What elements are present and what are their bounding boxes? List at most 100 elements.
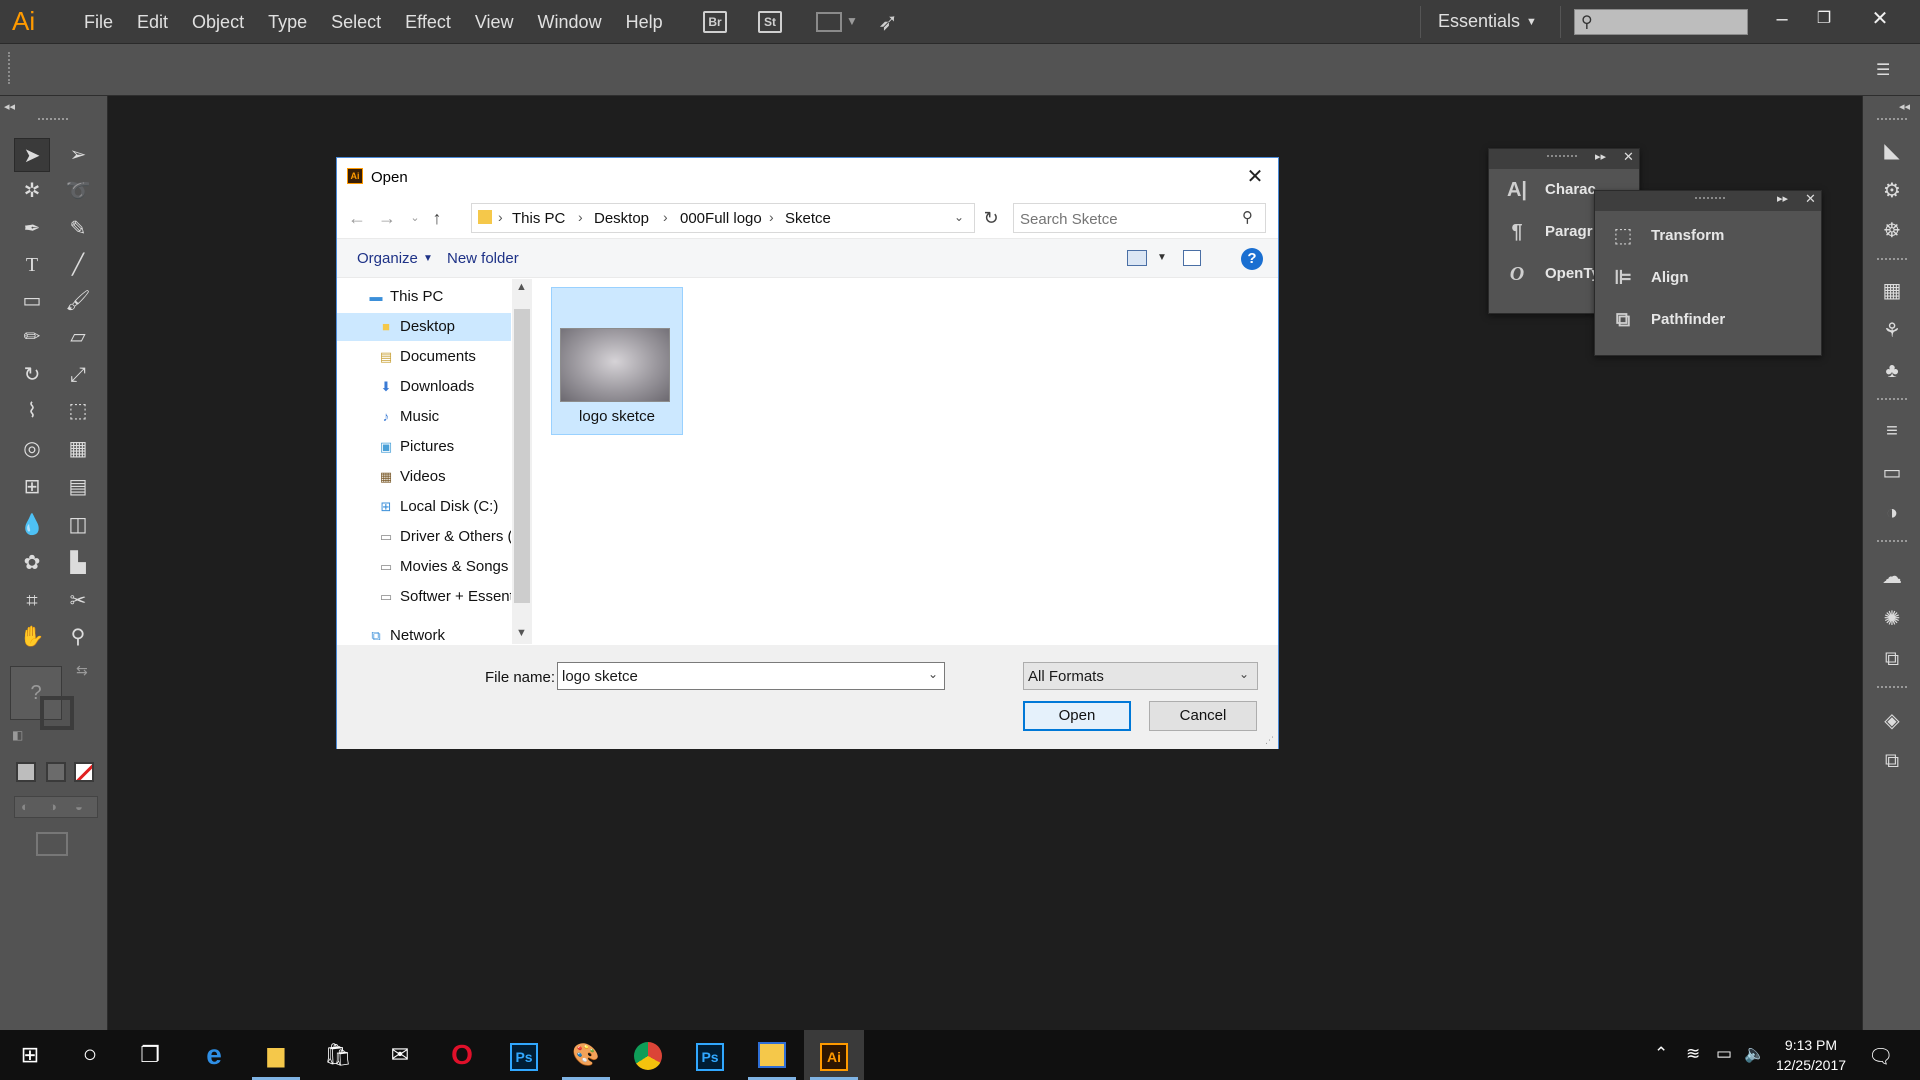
gripper-icon[interactable] [8,52,12,84]
view-dropdown-icon[interactable]: ▼ [1157,252,1167,263]
control-bar-menu-icon[interactable]: ☰ [1876,60,1890,80]
search-folder-input[interactable] [1020,209,1230,229]
system-clock[interactable]: 9:13 PM 12/25/2017 [1766,1035,1856,1075]
forward-arrow-icon[interactable]: → [375,206,399,230]
column-graph-tool-icon[interactable]: ▙ [60,546,96,580]
open-button[interactable]: Open [1023,701,1131,731]
line-segment-tool-icon[interactable]: ╱ [60,248,96,282]
illustrator-icon[interactable]: Ai [804,1030,864,1080]
menu-help[interactable]: Help [614,12,675,33]
breadcrumb-this-pc[interactable]: This PC [512,210,565,227]
organize-button[interactable]: Organize [357,250,418,267]
file-item[interactable]: logo sketce [551,287,683,435]
gradient-tool-icon[interactable]: ▤ [60,470,96,504]
scrollbar-thumb[interactable] [514,309,530,603]
nav-item-softwer[interactable]: ▭ Softwer + Essent [337,583,511,611]
scroll-up-icon[interactable]: ▲ [516,281,527,293]
opera-icon[interactable]: O [432,1030,492,1080]
photoshop-icon[interactable]: Ps [494,1030,554,1080]
perspective-grid-tool-icon[interactable]: ▦ [60,432,96,466]
magic-wand-tool-icon[interactable]: ✲ [14,174,50,208]
chrome-icon[interactable] [618,1030,678,1080]
cc-libraries-icon[interactable]: ☁ [1877,562,1907,592]
bridge-button[interactable]: Br [703,11,727,33]
chevron-down-icon[interactable]: ⌄ [1239,667,1249,681]
gripper-icon[interactable] [38,118,68,122]
chevron-down-icon[interactable]: ▼ [423,253,433,264]
nav-item-local-disk[interactable]: ⊞ Local Disk (C:) [337,493,511,521]
artboard-tool-icon[interactable]: ⌗ [14,584,50,618]
color-guide-icon[interactable]: ☸ [1877,216,1907,246]
address-bar[interactable]: › This PC › Desktop › 000Full logo › Ske… [471,203,975,233]
draw-normal-icon[interactable]: ◐ [21,799,29,814]
up-arrow-icon[interactable]: ↑ [425,206,449,230]
align-panel-tab[interactable]: ⊫ Align [1595,257,1821,299]
eyedropper-tool-icon[interactable]: 💧 [14,508,50,542]
rotate-tool-icon[interactable]: ↻ [14,358,50,392]
minimize-icon[interactable]: – [1762,4,1802,34]
gripper-icon[interactable] [1547,155,1577,159]
preview-pane-icon[interactable] [1183,250,1201,266]
default-fill-stroke-icon[interactable]: ◧ [12,728,23,742]
mail-icon[interactable]: ✉ [370,1030,430,1080]
collapse-icon[interactable]: ◂◂ [4,100,15,113]
selection-tool-icon[interactable]: ➤ [14,138,50,172]
photo-viewer-icon[interactable] [742,1030,802,1080]
breadcrumb-sketce[interactable]: Sketce [785,210,831,227]
search-icon[interactable]: ⚲ [1242,208,1253,226]
layers-icon[interactable]: ◈ [1877,706,1907,736]
nav-item-videos[interactable]: ▦ Videos [337,463,511,491]
back-arrow-icon[interactable]: ← [345,206,369,230]
paint-icon[interactable]: 🎨 [556,1030,616,1080]
menu-select[interactable]: Select [319,12,393,33]
menu-file[interactable]: File [72,12,125,33]
wifi-icon[interactable]: ≋ [1686,1044,1700,1064]
curvature-tool-icon[interactable]: ✎ [60,212,96,246]
help-icon[interactable]: ? [1241,248,1263,270]
refresh-icon[interactable]: ↻ [977,203,1005,233]
scale-tool-icon[interactable]: ⤢ [60,358,96,392]
search-adobe-stock-input[interactable]: ⚲ [1574,9,1748,35]
file-explorer-icon[interactable]: ▆ [246,1030,306,1080]
menu-object[interactable]: Object [180,12,256,33]
brushes-icon[interactable]: ⚘ [1877,316,1907,346]
nav-item-downloads[interactable]: ⬇ Downloads [337,373,511,401]
gradient-mode-icon[interactable] [46,762,66,782]
address-dropdown-icon[interactable]: ⌄ [954,210,964,224]
paintbrush-tool-icon[interactable]: 🖌 [60,284,96,318]
pathfinder-panel-tab[interactable]: ⧉ Pathfinder [1595,299,1821,341]
battery-icon[interactable]: ▭ [1716,1044,1732,1064]
blend-tool-icon[interactable]: ◫ [60,508,96,542]
search-folder-field[interactable]: ⚲ [1013,203,1266,233]
pencil-tool-icon[interactable]: ✏ [14,320,50,354]
file-name-input[interactable]: logo sketce ⌄ [557,662,945,690]
nav-item-pictures[interactable]: ▣ Pictures [337,433,511,461]
restore-icon[interactable]: ❐ [1804,4,1844,34]
menu-type[interactable]: Type [256,12,319,33]
draw-behind-icon[interactable]: ◑ [49,799,57,814]
stock-button[interactable]: St [758,11,782,33]
eraser-tool-icon[interactable]: ▱ [60,320,96,354]
nav-item-this-pc[interactable]: ▬ This PC [337,283,511,311]
nav-item-movies-songs[interactable]: ▭ Movies & Songs [337,553,511,581]
swatches-icon[interactable]: ▦ [1877,276,1907,306]
nav-item-desktop[interactable]: ■ Desktop [337,313,511,341]
dialog-titlebar[interactable]: Ai Open ✕ [337,158,1278,198]
change-view-icon[interactable] [1127,250,1147,266]
nav-item-driver-others[interactable]: ▭ Driver & Others ( [337,523,511,551]
draw-inside-icon[interactable]: ◒ [75,799,83,814]
close-icon[interactable]: ✕ [1860,4,1900,34]
free-transform-tool-icon[interactable]: ⬚ [60,394,96,428]
artboards-icon[interactable]: ⧉ [1877,746,1907,776]
pen-tool-icon[interactable]: ✒ [14,212,50,246]
type-tool-icon[interactable]: T [14,248,50,282]
direct-selection-tool-icon[interactable]: ➢ [60,138,96,172]
symbol-sprayer-tool-icon[interactable]: ✿ [14,546,50,580]
properties-icon[interactable]: ◣ [1877,136,1907,166]
gradient-icon[interactable]: ▭ [1877,458,1907,488]
transform-panel-tab[interactable]: ⬚ Transform [1595,215,1821,257]
nav-scrollbar[interactable]: ▲ ▼ [512,279,532,644]
show-hidden-icons-icon[interactable]: ⌃ [1654,1044,1668,1064]
menu-window[interactable]: Window [526,12,614,33]
panel-header[interactable]: ▸▸ ✕ [1595,191,1821,211]
